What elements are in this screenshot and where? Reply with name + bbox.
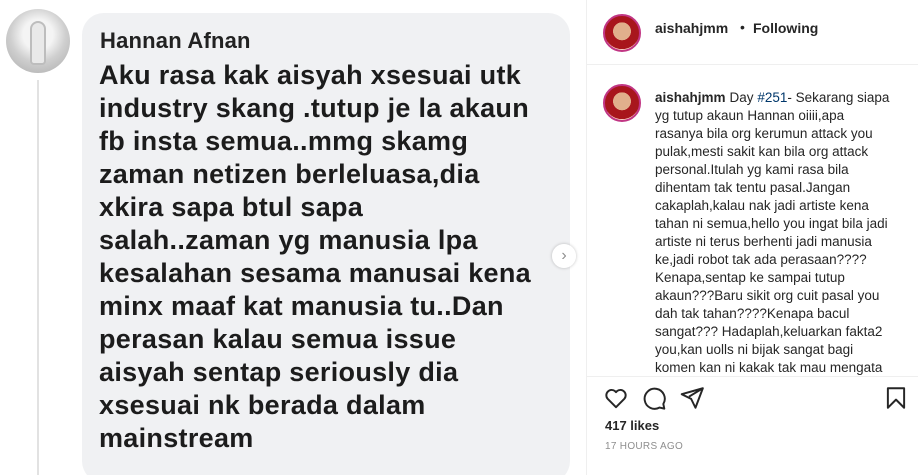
likes-count[interactable]: 417 likes — [605, 418, 659, 433]
caption-hashtag[interactable]: #251 — [757, 90, 787, 105]
author-avatar[interactable] — [603, 14, 641, 52]
comment-line: xkira sapa btul sapa — [99, 192, 364, 222]
post-caption: aishahjmm Day #251- Sekarang siapa yg tut… — [655, 89, 895, 383]
comment-line: aisyah sentap seriously dia — [99, 357, 459, 387]
comment-text: Aku rasa kak aisyah xsesuai utk industry… — [99, 59, 569, 455]
comment-line: zaman netizen berleluasa,dia — [99, 159, 480, 189]
caption-text: - Sekarang siapa yg tutup akaun Hannan o… — [655, 90, 890, 375]
post-header: aishahjmm • Following — [587, 0, 918, 65]
post-media[interactable]: Hannan Afnan Aku rasa kak aisyah xsesuai… — [0, 0, 586, 475]
comment-line: Aku rasa kak aisyah xsesuai utk — [99, 60, 522, 90]
heart-icon[interactable] — [603, 385, 629, 411]
commenter-name: Hannan Afnan — [100, 28, 251, 53]
comment-line: kesalahan sesama manusai kena — [99, 258, 531, 288]
comment-line: minx maaf kat manusia tu..Dan — [99, 291, 504, 321]
bookmark-icon[interactable] — [883, 385, 909, 411]
comment-line: salah..zaman yg manusia lpa — [99, 225, 478, 255]
comment-line: mainstream — [99, 423, 254, 453]
caption-scrollbar[interactable] — [912, 66, 915, 376]
comment-line: industry skang .tutup je la akaun — [99, 93, 529, 123]
caption-avatar[interactable] — [603, 84, 641, 122]
following-button[interactable]: Following — [753, 20, 818, 36]
separator-dot: • — [740, 19, 745, 35]
caption-prefix: Day — [729, 90, 754, 105]
comment-icon[interactable] — [641, 385, 667, 411]
comment-line: perasan kalau semua issue — [99, 324, 457, 354]
commenter-avatar — [6, 9, 70, 73]
author-username[interactable]: aishahjmm — [655, 20, 728, 36]
post-timestamp[interactable]: 17 HOURS AGO — [605, 441, 683, 452]
thread-line — [37, 80, 39, 475]
comment-line: fb insta semua..mmg skamg — [99, 126, 469, 156]
action-bar — [587, 376, 918, 417]
chevron-right-icon: › — [561, 247, 567, 264]
caption-username[interactable]: aishahjmm — [655, 90, 726, 105]
next-media-button[interactable]: › — [552, 244, 576, 268]
comment-line: xsesuai nk berada dalam — [99, 390, 426, 420]
post-sidebar: aishahjmm • Following aishahjmm Day #251-… — [586, 0, 918, 475]
share-icon[interactable] — [679, 385, 705, 411]
